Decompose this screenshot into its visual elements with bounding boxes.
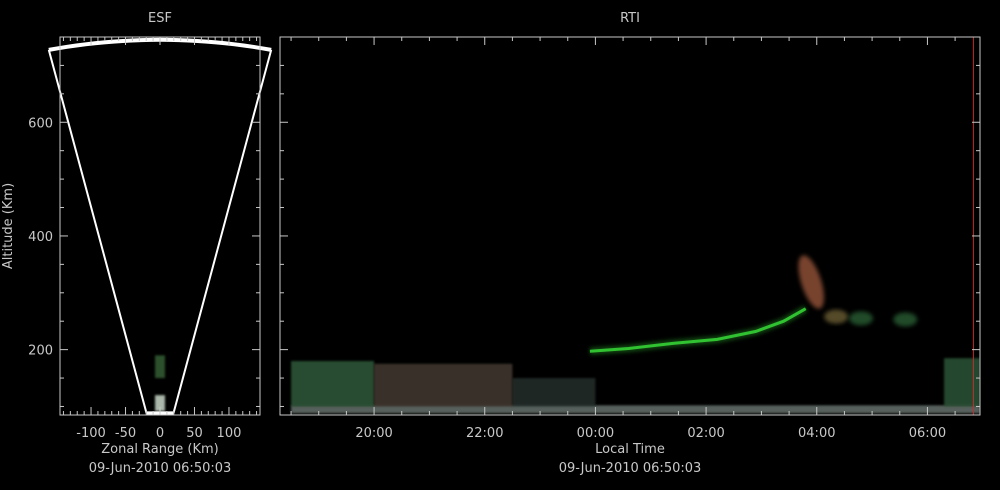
rti-e-region-band xyxy=(291,405,980,414)
rti-x-tick-label: 00:00 xyxy=(577,426,614,441)
rti-plot-area xyxy=(291,37,980,415)
esf-beam-left-edge xyxy=(47,49,148,414)
rti-f-layer-trace-glow xyxy=(589,305,808,355)
rti-x-tick-label: 20:00 xyxy=(355,426,392,441)
esf-y-tick-label: 200 xyxy=(28,344,53,359)
rti-y-ticks xyxy=(280,64,980,407)
rti-lower-echoes-brown xyxy=(374,363,513,407)
rti-timestamp: 09-Jun-2010 06:50:03 xyxy=(559,461,702,476)
rti-x-tick-label: 06:00 xyxy=(909,426,946,441)
figure: ESF -100 -50 0 50 100 200 400 600 Zonal Range … xyxy=(1,11,981,476)
esf-title: ESF xyxy=(148,11,172,26)
esf-y-axis-label: Altitude (Km) xyxy=(1,183,16,269)
rti-x-tick-label: 02:00 xyxy=(687,426,724,441)
rti-f-layer-trace xyxy=(589,307,807,353)
esf-panel: ESF -100 -50 0 50 100 200 400 600 Zonal Range … xyxy=(1,11,273,476)
rti-plume xyxy=(798,255,825,309)
esf-x-tick-label: -100 xyxy=(76,426,106,441)
esf-x-tick-label: 100 xyxy=(217,426,242,441)
esf-x-tick-label: 0 xyxy=(156,426,164,441)
rti-echo-patch xyxy=(849,311,874,326)
rti-echo-patch xyxy=(893,312,918,327)
rti-lower-echoes-late xyxy=(944,358,980,407)
rti-title: RTI xyxy=(620,11,640,26)
rti-panel: RTI 20:00 22:00 00:00 02:00 04:00 06:00 Local… xyxy=(279,11,981,476)
esf-y-tick-label: 600 xyxy=(28,116,53,131)
esf-x-axis-label: Zonal Range (Km) xyxy=(101,442,218,457)
esf-y-tick-label: 400 xyxy=(28,230,53,245)
esf-x-tick-label: -50 xyxy=(115,426,136,441)
esf-echo xyxy=(155,355,165,379)
rti-echo-patch xyxy=(824,309,849,324)
rti-x-axis-label: Local Time xyxy=(595,442,665,457)
esf-y-ticks: 200 400 600 xyxy=(28,64,260,407)
esf-x-tick-label: 50 xyxy=(186,426,203,441)
esf-x-ticks: -100 -50 0 50 100 xyxy=(62,37,258,441)
rti-lower-echoes-green xyxy=(291,361,375,407)
rti-lower-echoes-gray xyxy=(512,378,596,407)
rti-x-tick-label: 22:00 xyxy=(466,426,503,441)
rti-frame xyxy=(279,36,981,416)
rti-x-tick-label: 04:00 xyxy=(798,426,835,441)
esf-timestamp: 09-Jun-2010 06:50:03 xyxy=(89,461,232,476)
esf-plot-area xyxy=(47,37,273,416)
esf-beam-right-edge xyxy=(172,49,273,414)
